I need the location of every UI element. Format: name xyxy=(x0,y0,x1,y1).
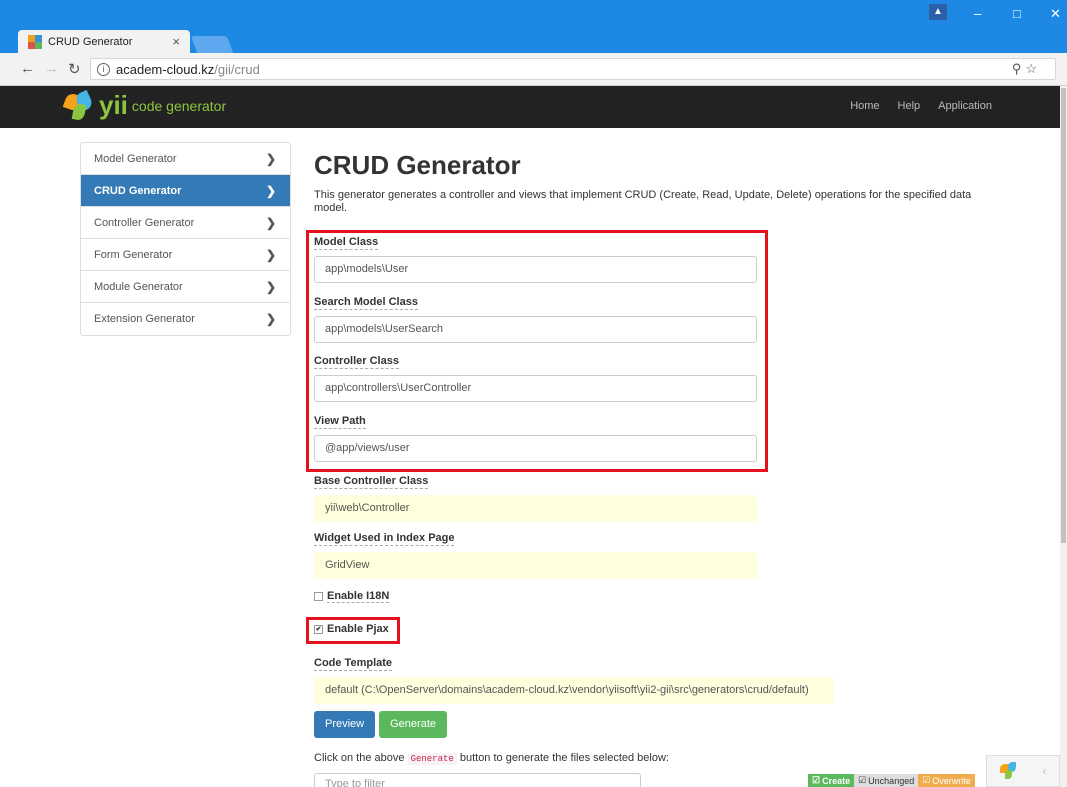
generate-button[interactable]: Generate xyxy=(379,711,447,738)
maximize-button[interactable]: □ xyxy=(1013,6,1021,21)
sidebar-item-label: CRUD Generator xyxy=(94,184,182,197)
sidebar-item-label: Extension Generator xyxy=(94,313,195,325)
zoom-bookmark-icons[interactable]: ⚲☆ xyxy=(1012,61,1041,77)
search-model-class-label: Search Model Class xyxy=(314,296,418,310)
sidebar-item-label: Controller Generator xyxy=(94,216,195,229)
sidebar-item-label: Module Generator xyxy=(94,280,183,293)
search-model-class-group: Search Model Class app\models\UserSearch xyxy=(314,294,757,343)
search-model-class-input[interactable]: app\models\UserSearch xyxy=(314,316,757,343)
url-host: academ-cloud.kz xyxy=(116,61,215,77)
base-controller-class-label: Base Controller Class xyxy=(314,475,429,489)
view-path-group: View Path @app/views/user xyxy=(314,413,757,462)
yii-favicon-icon xyxy=(28,34,42,49)
checkbox-icon[interactable] xyxy=(314,592,323,601)
sidebar-item-controller-generator[interactable]: Controller Generator ❯ xyxy=(81,207,290,239)
browser-tab[interactable]: CRUD Generator × xyxy=(18,30,190,53)
chevron-right-icon: ❯ xyxy=(265,151,276,166)
sidebar-item-module-generator[interactable]: Module Generator ❯ xyxy=(81,271,290,303)
hint-after: button to generate the files selected be… xyxy=(459,752,669,764)
sidebar-item-form-generator[interactable]: Form Generator ❯ xyxy=(81,239,290,271)
nav-link-home[interactable]: Home xyxy=(850,100,879,112)
legend-unchanged[interactable]: ☑ Unchanged xyxy=(854,774,919,787)
yii-logo-icon xyxy=(62,89,95,121)
chevron-right-icon: ❯ xyxy=(265,312,276,326)
model-class-group: Model Class app\models\User xyxy=(314,234,757,283)
widget-label: Widget Used in Index Page xyxy=(314,532,455,546)
page-description: This generator generates a controller an… xyxy=(314,189,972,214)
code-template-label: Code Template xyxy=(314,657,393,671)
scrollbar-thumb[interactable] xyxy=(1061,88,1066,543)
forward-arrow-icon[interactable]: → xyxy=(44,60,59,77)
browser-titlebar: CRUD Generator × ▲ – □ ✕ xyxy=(0,0,1067,53)
yii-logo[interactable]: yii code generator xyxy=(62,89,227,121)
code-template-group: Code Template default (C:\OpenServer\dom… xyxy=(314,655,834,704)
enable-i18n-label: Enable I18N xyxy=(327,590,390,603)
chevron-right-icon: ❯ xyxy=(265,215,276,230)
yii-mini-logo-icon[interactable] xyxy=(999,762,1018,780)
reload-icon[interactable]: ↻ xyxy=(68,60,81,78)
file-status-legend: ☑ Create ☑ Unchanged ☑ Overwrite xyxy=(808,774,975,787)
page-title: CRUD Generator xyxy=(314,150,521,180)
enable-i18n-checkbox[interactable]: Enable I18N xyxy=(314,590,390,603)
gii-navbar: yii code generator Home Help Application xyxy=(0,86,1060,128)
chevron-right-icon: ❯ xyxy=(265,279,276,294)
info-icon[interactable]: i xyxy=(97,62,110,76)
legend-overwrite[interactable]: ☑ Overwrite xyxy=(918,774,975,787)
base-controller-class-input[interactable]: yii\web\Controller xyxy=(314,495,757,522)
chevron-left-icon[interactable]: ‹ xyxy=(1043,764,1047,778)
url-path: /gii/crud xyxy=(214,61,260,77)
nav-links: Home Help Application xyxy=(850,100,992,112)
back-arrow-icon[interactable]: ← xyxy=(20,60,35,77)
controller-class-label: Controller Class xyxy=(314,355,399,369)
hint-before: Click on the above xyxy=(314,752,405,764)
sidebar-item-model-generator[interactable]: Model Generator ❯ xyxy=(81,143,290,175)
nav-link-application[interactable]: Application xyxy=(938,100,992,112)
controller-class-group: Controller Class app\controllers\UserCon… xyxy=(314,353,757,402)
new-tab-button[interactable] xyxy=(190,36,234,53)
base-controller-class-group: Base Controller Class yii\web\Controller xyxy=(314,473,757,522)
sidebar-item-label: Model Generator xyxy=(94,152,177,165)
action-buttons: Preview Generate xyxy=(314,711,447,738)
legend-create[interactable]: ☑ Create xyxy=(808,774,855,787)
generator-sidebar: Model Generator ❯ CRUD Generator ❯ Control… xyxy=(80,142,291,336)
enable-pjax-label: Enable Pjax xyxy=(327,623,389,635)
widget-group: Widget Used in Index Page GridView xyxy=(314,530,757,579)
chevron-right-icon: ❯ xyxy=(265,183,276,198)
close-window-button[interactable]: ✕ xyxy=(1050,6,1061,22)
sidebar-item-label: Form Generator xyxy=(94,248,173,261)
model-class-input[interactable]: app\models\User xyxy=(314,256,757,283)
generate-hint: Click on the above Generate button to ge… xyxy=(314,752,669,765)
code-template-select[interactable]: default (C:\OpenServer\domains\academ-cl… xyxy=(314,677,834,704)
chevron-right-icon: ❯ xyxy=(265,247,276,262)
nav-link-help[interactable]: Help xyxy=(898,100,921,112)
user-profile-icon[interactable]: ▲ xyxy=(929,4,947,20)
view-path-label: View Path xyxy=(314,415,366,429)
enable-pjax-checkbox[interactable]: ✔ Enable Pjax xyxy=(314,623,389,635)
model-class-label: Model Class xyxy=(314,236,379,250)
minimize-button[interactable]: – xyxy=(974,6,981,21)
logo-yii-text: yii xyxy=(99,90,128,120)
controller-class-input[interactable]: app\controllers\UserController xyxy=(314,375,757,402)
yii-debug-toolbar[interactable]: ‹ xyxy=(986,755,1060,787)
main-content: CRUD Generator This generator generates … xyxy=(314,150,994,215)
sidebar-item-crud-generator[interactable]: CRUD Generator ❯ xyxy=(81,175,290,207)
filter-input[interactable]: Type to filter xyxy=(314,773,641,787)
sidebar-item-extension-generator[interactable]: Extension Generator ❯ xyxy=(81,303,290,335)
tab-title: CRUD Generator xyxy=(48,35,133,48)
view-path-input[interactable]: @app/views/user xyxy=(314,435,757,462)
checkbox-checked-icon[interactable]: ✔ xyxy=(314,624,323,634)
page-scrollbar[interactable] xyxy=(1060,86,1067,787)
tab-close-icon[interactable]: × xyxy=(172,34,180,49)
widget-input[interactable]: GridView xyxy=(314,552,757,579)
hint-code: Generate xyxy=(407,753,457,765)
logo-subtitle: code generator xyxy=(131,97,227,114)
address-bar: ← → ↻ i academ-cloud.kz/gii/crud ⚲☆ xyxy=(0,53,1067,86)
preview-button[interactable]: Preview xyxy=(314,711,376,738)
url-input[interactable]: i academ-cloud.kz/gii/crud ⚲☆ xyxy=(90,58,1056,80)
